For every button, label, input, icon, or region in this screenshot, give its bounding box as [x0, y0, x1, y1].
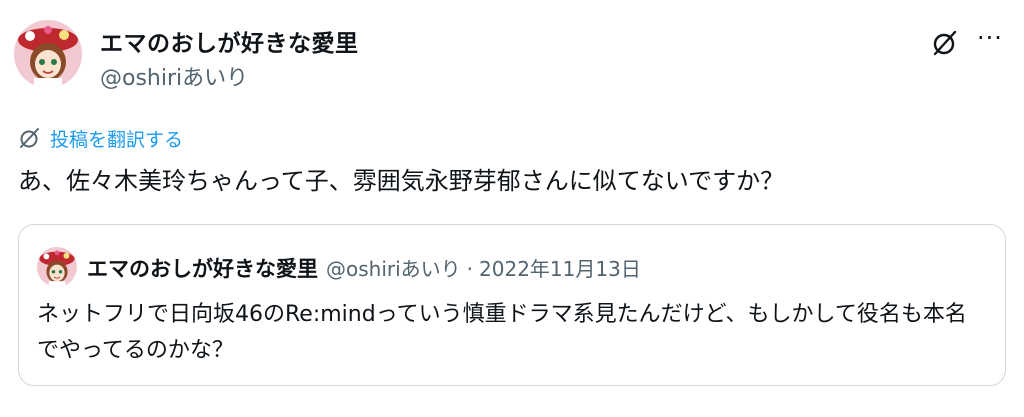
- grok-translate-icon: [20, 128, 39, 148]
- quoted-post-header: エマのおしが好きな愛里 @oshiriあいり · 2022年11月13日: [87, 253, 641, 283]
- translate-post-button[interactable]: 投稿を翻訳する: [18, 124, 183, 152]
- translate-label: 投稿を翻訳する: [50, 128, 184, 151]
- quoted-author-avatar: [37, 247, 77, 287]
- dot-separator: ·: [466, 257, 474, 281]
- grok-icon[interactable]: [930, 28, 960, 58]
- avatar-image: [37, 247, 77, 287]
- quoted-post-card[interactable]: エマのおしが好きな愛里 @oshiriあいり · 2022年11月13日 ネット…: [18, 224, 1006, 386]
- quoted-author-handle: @oshiriあいり: [326, 257, 461, 281]
- quoted-post-date: 2022年11月13日: [479, 257, 641, 281]
- author-handle[interactable]: @oshiriあいり: [100, 60, 248, 92]
- more-options-button[interactable]: ···: [972, 26, 1008, 56]
- avatar-image: [14, 20, 82, 88]
- tweet-text: あ、佐々木美玲ちゃんって子、雰囲気永野芽郁さんに似てないですか？: [18, 167, 785, 195]
- author-avatar[interactable]: [14, 20, 82, 88]
- quoted-post-text: ネットフリで日向坂46のRe:mindっていう慎重ドラマ系見たんだけど、もしかし…: [37, 302, 967, 363]
- author-display-name[interactable]: エマのおしが好きな愛里: [100, 24, 359, 58]
- quoted-author-display-name: エマのおしが好きな愛里: [87, 257, 318, 281]
